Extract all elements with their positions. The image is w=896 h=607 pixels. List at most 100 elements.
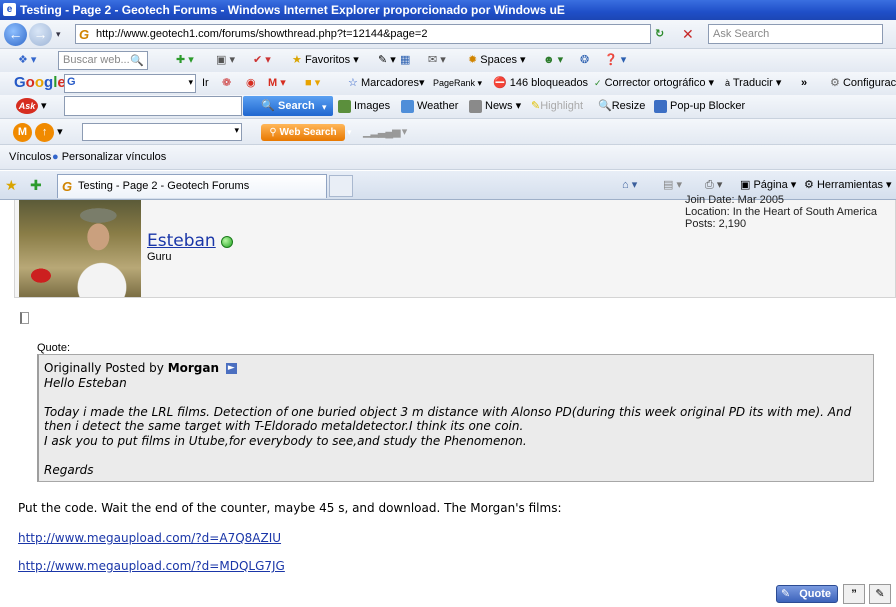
multiquote-button[interactable]: ” bbox=[843, 584, 865, 604]
ask-search-input[interactable]: Ask Search bbox=[708, 24, 883, 44]
marcadores-label: Marcadores bbox=[360, 77, 420, 89]
window-title: Testing - Page 2 - Geotech Forums - Wind… bbox=[20, 3, 565, 17]
ask-search-field[interactable] bbox=[64, 96, 242, 116]
spaces-button[interactable]: ✹ Spaces ▾ bbox=[468, 49, 526, 71]
herramientas-menu[interactable]: ⚙ Herramientas ▾ bbox=[804, 174, 892, 196]
links-toolbar: Vínculos ● Personalizar vínculos bbox=[0, 145, 896, 170]
ask-logo[interactable]: Ask ▾ bbox=[16, 95, 47, 117]
megaupload-link-1[interactable]: http://www.megaupload.com/?d=A7Q8AZIU bbox=[18, 531, 281, 545]
star-outline-icon: ☆ bbox=[348, 77, 358, 89]
compass-icon[interactable]: ❂ bbox=[580, 49, 589, 71]
user-location: Location: In the Heart of South America bbox=[685, 206, 878, 218]
feeds-icon[interactable]: ▤ ▾ bbox=[663, 174, 682, 196]
page-content: Esteban Guru Join Date: Mar 2005 Locatio… bbox=[0, 194, 896, 607]
bookmark-tool-icon[interactable]: ❁ bbox=[222, 72, 231, 94]
tab-favicon-icon: G bbox=[62, 179, 73, 194]
quote-line bbox=[44, 390, 867, 405]
url-input[interactable]: G http://www.geotech1.com/forums/showthr… bbox=[75, 24, 651, 44]
chrome-icon[interactable]: ◉ bbox=[246, 72, 256, 94]
highlight-button[interactable]: ✎Highlight bbox=[531, 95, 583, 117]
contacts-icon[interactable]: ☻ ▾ bbox=[543, 49, 563, 71]
quote-box: Originally Posted by Morgan ► Hello Este… bbox=[37, 354, 874, 482]
images-icon bbox=[338, 99, 351, 113]
print-icon[interactable]: ⎙ ▾ bbox=[705, 174, 722, 196]
mail-logo[interactable]: M ↑ ▾ bbox=[13, 121, 63, 143]
ask-search-button[interactable]: 🔍 Search bbox=[243, 96, 333, 116]
ask-logo-icon: Ask bbox=[16, 98, 38, 115]
favoritos-button[interactable]: ★ Favoritos ▾ bbox=[292, 49, 359, 71]
marcadores-button[interactable]: ☆ Marcadores▾ bbox=[348, 72, 425, 94]
quote-line: Regards bbox=[44, 463, 94, 478]
quote-line: I ask you to put films in Utube,for ever… bbox=[44, 433, 527, 448]
user-info: Join Date: Mar 2005 Location: In the Hea… bbox=[685, 194, 878, 230]
more-chevron-icon[interactable]: » bbox=[801, 72, 807, 94]
forward-arrow-icon[interactable]: → bbox=[29, 23, 52, 46]
new-tab-button[interactable] bbox=[329, 175, 353, 197]
spaces-icon: ✹ bbox=[468, 54, 478, 66]
web-search-label: Web Search bbox=[279, 127, 337, 138]
online-status-icon bbox=[221, 236, 233, 248]
ask-dropdown-icon[interactable]: ▾ bbox=[322, 96, 327, 118]
ir-button[interactable]: Ir bbox=[202, 72, 209, 94]
stop-icon[interactable]: ✕ bbox=[682, 24, 694, 44]
back-arrow-icon[interactable]: ← bbox=[4, 23, 27, 46]
m-logo-icon: M bbox=[13, 123, 32, 142]
resize-button[interactable]: 🔍Resize bbox=[598, 95, 645, 117]
favorites-star-icon[interactable]: ★ bbox=[5, 174, 18, 196]
popup-blocker-button[interactable]: Pop-up Blocker bbox=[654, 95, 745, 117]
google-search-input[interactable]: G ▾ bbox=[64, 74, 196, 93]
translate-button[interactable]: à Traducir ▾ bbox=[725, 72, 781, 94]
messenger-icon[interactable]: ✔ ▾ bbox=[253, 49, 271, 71]
popup-blocked-button[interactable]: ⛔ 146 bloqueados bbox=[493, 72, 588, 94]
add-favorite-icon[interactable]: ✚ bbox=[30, 174, 42, 196]
spellcheck-icon: ✓ bbox=[594, 78, 602, 88]
herramientas-label: Herramientas bbox=[816, 179, 883, 191]
news-label: News bbox=[485, 100, 513, 112]
images-button[interactable]: Images bbox=[338, 95, 390, 117]
gmail-icon[interactable]: M ▾ bbox=[268, 72, 286, 94]
quote-line: Today i made the LRL films. Detection of… bbox=[44, 404, 852, 419]
spellcheck-button[interactable]: ✓ Corrector ortográfico ▾ bbox=[594, 72, 714, 94]
view-post-arrow-icon[interactable]: ► bbox=[225, 363, 237, 374]
megaupload-link-2[interactable]: http://www.megaupload.com/?d=MDQLG7JG bbox=[18, 559, 285, 573]
quote-origin-prefix: Originally Posted by bbox=[44, 361, 164, 375]
mail-icon[interactable]: ✉ ▾ bbox=[428, 49, 446, 71]
quote-button[interactable]: ✎ Quote bbox=[776, 585, 838, 603]
pagerank-label: PageRank bbox=[433, 78, 476, 88]
news-button[interactable]: News ▾ bbox=[469, 95, 521, 117]
window-icon[interactable]: ▣ ▾ bbox=[216, 49, 235, 71]
pagina-menu[interactable]: ▣ Página ▾ bbox=[740, 174, 796, 196]
tab-active[interactable]: G Testing - Page 2 - Geotech Forums bbox=[57, 174, 327, 198]
add-icon[interactable]: ✚ ▾ bbox=[176, 49, 194, 71]
quick-reply-button[interactable]: ✎ bbox=[869, 584, 891, 604]
address-toolbar: ← → ▾ G http://www.geotech1.com/forums/s… bbox=[0, 20, 896, 49]
google-logo[interactable]: Google bbox=[14, 72, 66, 94]
personalizar-link[interactable]: ● Personalizar vínculos bbox=[52, 146, 166, 168]
favoritos-label: Favoritos bbox=[304, 54, 351, 66]
refresh-icon[interactable]: ↻ bbox=[655, 24, 664, 44]
google-g-icon: G bbox=[67, 76, 76, 88]
web-search-input[interactable]: ▾ bbox=[82, 123, 242, 141]
pagerank-indicator[interactable]: PageRank ▾ bbox=[433, 72, 482, 94]
avatar[interactable] bbox=[19, 200, 141, 297]
pencil-icon[interactable]: ✎ ▾ bbox=[378, 49, 396, 71]
history-dropdown-icon[interactable]: ▾ bbox=[56, 24, 61, 44]
share-icon[interactable]: ■ ▾ bbox=[305, 72, 320, 94]
ask-search-label: Search bbox=[278, 100, 315, 112]
settings-button[interactable]: ⚙ Configurac bbox=[830, 72, 896, 94]
windows-logo-icon[interactable]: ❖ ▾ bbox=[18, 49, 36, 71]
traducir-label: Traducir bbox=[732, 77, 773, 89]
help-icon[interactable]: ❓ ▾ bbox=[604, 49, 626, 71]
dropdown-icon: ▾ bbox=[188, 77, 193, 87]
home-icon[interactable]: ⌂ ▾ bbox=[622, 174, 637, 196]
notes-icon[interactable]: ▦ bbox=[400, 49, 410, 71]
username-link[interactable]: Esteban bbox=[147, 231, 216, 251]
weather-button[interactable]: Weather bbox=[401, 95, 458, 117]
web-search-button[interactable]: ⚲ Web Search bbox=[261, 124, 345, 141]
wrench-icon: ⚙ bbox=[830, 77, 840, 89]
web-search-arrow-icon[interactable]: ▾ bbox=[347, 121, 352, 143]
spaces-label: Spaces bbox=[480, 54, 517, 66]
magnifier-icon[interactable]: 🔍 bbox=[130, 50, 144, 72]
popup-blocker-icon bbox=[654, 99, 667, 113]
popup-blocker-label: Pop-up Blocker bbox=[670, 100, 746, 112]
